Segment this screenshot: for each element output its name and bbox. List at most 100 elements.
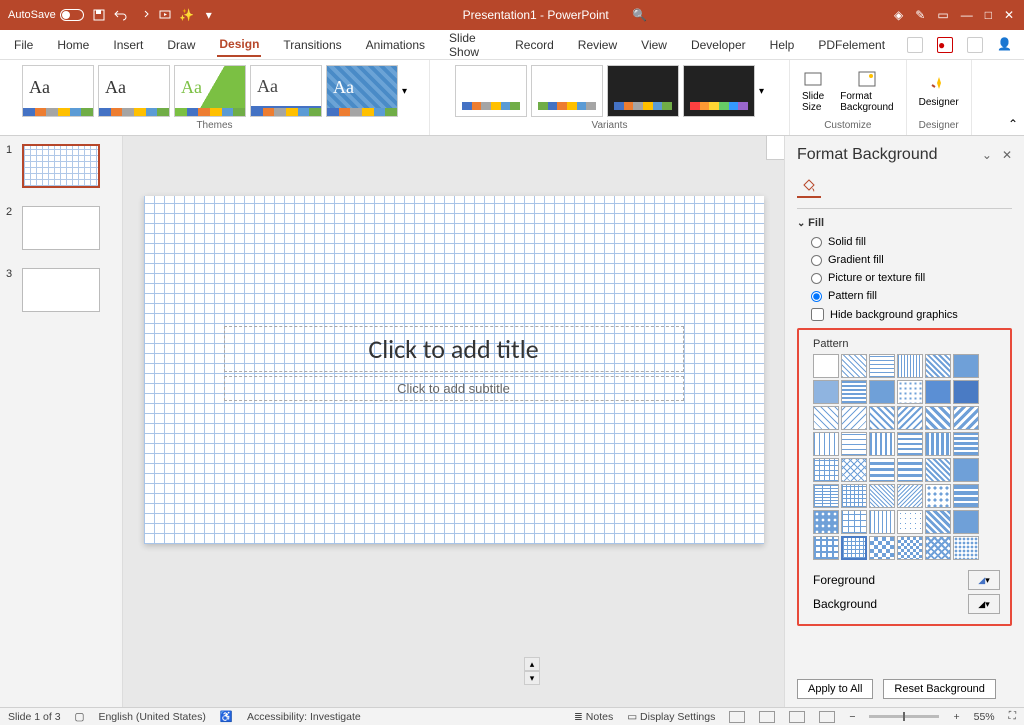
reading-view-icon[interactable] — [789, 711, 805, 723]
close-icon[interactable]: ✕ — [1004, 8, 1014, 22]
pattern-swatch[interactable] — [813, 510, 839, 534]
pattern-swatch[interactable] — [841, 458, 867, 482]
pane-close-icon[interactable]: ✕ — [1002, 148, 1012, 162]
pattern-swatch[interactable] — [841, 510, 867, 534]
pattern-swatch[interactable] — [897, 536, 923, 560]
search-icon[interactable]: 🔍 — [632, 8, 647, 22]
theme-tile[interactable]: Aa — [98, 65, 170, 117]
pattern-swatch[interactable] — [813, 354, 839, 378]
slide-thumbnail[interactable] — [22, 206, 100, 250]
pattern-swatch[interactable] — [897, 458, 923, 482]
notes-button[interactable]: ≣ Notes — [574, 711, 613, 723]
theme-tile[interactable]: Aa — [22, 65, 94, 117]
present-icon[interactable] — [158, 8, 172, 22]
pattern-swatch[interactable] — [841, 536, 867, 560]
pattern-swatch[interactable] — [869, 380, 895, 404]
background-color-dropdown[interactable]: ◢▾ — [968, 594, 1000, 614]
pattern-swatch[interactable] — [869, 458, 895, 482]
tab-draw[interactable]: Draw — [165, 34, 197, 56]
pattern-swatch[interactable] — [925, 432, 951, 456]
pattern-swatch[interactable] — [953, 484, 979, 508]
tab-pdfelement[interactable]: PDFelement — [816, 34, 887, 56]
slide-size-button[interactable]: Slide Size — [796, 67, 830, 115]
theme-tile[interactable]: Aa — [250, 65, 322, 117]
pattern-swatch[interactable] — [953, 406, 979, 430]
pattern-swatch[interactable] — [841, 484, 867, 508]
tab-home[interactable]: Home — [55, 34, 91, 56]
diamond-icon[interactable]: ◈ — [894, 8, 903, 22]
autosave-toggle[interactable]: AutoSave — [8, 9, 84, 21]
pattern-swatch[interactable] — [925, 510, 951, 534]
pattern-swatch[interactable] — [841, 380, 867, 404]
tab-help[interactable]: Help — [768, 34, 797, 56]
mini-scroll[interactable] — [766, 136, 784, 160]
gradient-fill-radio[interactable]: Gradient fill — [797, 251, 1012, 269]
pattern-swatch[interactable] — [953, 458, 979, 482]
minimize-icon[interactable]: — — [961, 8, 973, 22]
pattern-swatch[interactable] — [925, 380, 951, 404]
foreground-color-dropdown[interactable]: ◢▾ — [968, 570, 1000, 590]
pattern-swatch[interactable] — [841, 406, 867, 430]
pattern-swatch[interactable] — [897, 380, 923, 404]
theme-tile[interactable]: Aa — [326, 65, 398, 117]
pattern-swatch[interactable] — [841, 354, 867, 378]
pattern-swatch[interactable] — [897, 432, 923, 456]
theme-tile[interactable]: Aa — [174, 65, 246, 117]
undo-icon[interactable] — [114, 8, 128, 22]
zoom-slider[interactable] — [869, 715, 939, 718]
pattern-swatch[interactable] — [953, 510, 979, 534]
pattern-swatch[interactable] — [897, 484, 923, 508]
pattern-swatch[interactable] — [925, 458, 951, 482]
slide[interactable]: Click to add title Click to add subtitle — [144, 196, 764, 544]
tab-insert[interactable]: Insert — [111, 34, 145, 56]
slide-thumbnail[interactable] — [22, 144, 100, 188]
accessibility-status[interactable]: Accessibility: Investigate — [247, 711, 361, 723]
pattern-fill-radio[interactable]: Pattern fill — [797, 287, 1012, 305]
pattern-swatch[interactable] — [869, 432, 895, 456]
pattern-swatch[interactable] — [813, 484, 839, 508]
zoom-out-icon[interactable]: − — [849, 711, 855, 723]
tab-slideshow[interactable]: Slide Show — [447, 27, 493, 63]
comments-icon[interactable] — [907, 37, 923, 53]
scroll-down-icon[interactable]: ▾ — [524, 671, 540, 685]
pattern-swatch[interactable] — [869, 354, 895, 378]
pattern-swatch[interactable] — [953, 380, 979, 404]
hide-bg-checkbox[interactable]: Hide background graphics — [797, 305, 1012, 324]
variant-tile[interactable] — [455, 65, 527, 117]
tab-record[interactable]: Record — [513, 34, 556, 56]
variant-tile[interactable] — [531, 65, 603, 117]
pattern-swatch[interactable] — [841, 432, 867, 456]
themes-more-icon[interactable]: ▾ — [402, 86, 407, 97]
collapse-ribbon-icon[interactable]: ⌃ — [1008, 117, 1018, 131]
subtitle-placeholder[interactable]: Click to add subtitle — [224, 376, 684, 401]
pattern-swatch[interactable] — [925, 406, 951, 430]
pattern-swatch[interactable] — [813, 380, 839, 404]
variants-more-icon[interactable]: ▾ — [759, 86, 764, 97]
redo-icon[interactable] — [136, 8, 150, 22]
pattern-swatch[interactable] — [953, 536, 979, 560]
tab-file[interactable]: File — [12, 34, 35, 56]
pattern-swatch[interactable] — [813, 406, 839, 430]
tab-animations[interactable]: Animations — [364, 34, 427, 56]
pattern-swatch[interactable] — [925, 536, 951, 560]
tab-view[interactable]: View — [639, 34, 669, 56]
normal-view-icon[interactable] — [729, 711, 745, 723]
pattern-swatch[interactable] — [813, 458, 839, 482]
pattern-swatch[interactable] — [869, 406, 895, 430]
brush-icon[interactable]: ✎ — [915, 8, 925, 22]
pattern-swatch[interactable] — [813, 536, 839, 560]
tab-transitions[interactable]: Transitions — [281, 34, 343, 56]
touch-icon[interactable]: ✨ — [180, 8, 194, 22]
save-icon[interactable] — [92, 8, 106, 22]
variant-tile[interactable] — [683, 65, 755, 117]
slideshow-view-icon[interactable] — [819, 711, 835, 723]
tab-developer[interactable]: Developer — [689, 34, 748, 56]
fit-to-window-icon[interactable]: ⛶ — [1009, 710, 1016, 723]
language-status[interactable]: English (United States) — [98, 711, 205, 723]
pattern-swatch[interactable] — [953, 354, 979, 378]
scroll-up-icon[interactable]: ▴ — [524, 657, 540, 671]
pattern-swatch[interactable] — [869, 536, 895, 560]
pattern-swatch[interactable] — [897, 354, 923, 378]
zoom-level[interactable]: 55% — [974, 711, 995, 723]
record-circle-icon[interactable]: ● — [937, 37, 953, 53]
